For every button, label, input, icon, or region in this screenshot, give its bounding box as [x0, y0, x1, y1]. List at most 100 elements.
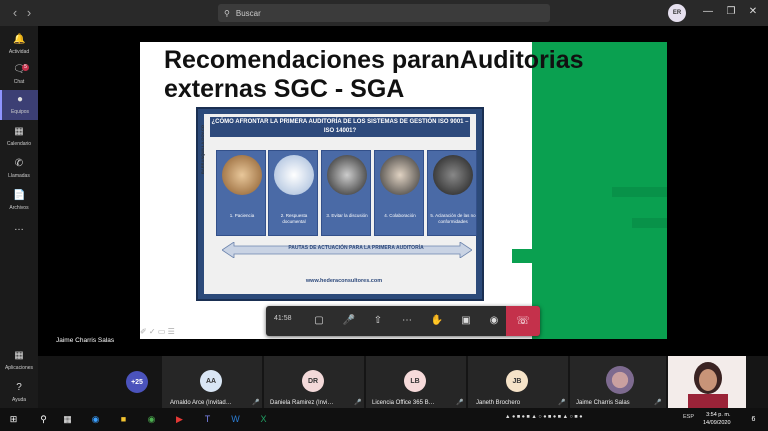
- rail-item-llamadas[interactable]: ✆ Llamadas: [0, 154, 38, 184]
- share-icon[interactable]: ⇧: [369, 312, 387, 330]
- raise-hand-icon[interactable]: ✋: [428, 312, 446, 330]
- forward-arrow-icon[interactable]: ›: [22, 4, 36, 22]
- user-avatar[interactable]: ER: [668, 4, 686, 22]
- participant-name: Arnaldo Arce (Invitad…: [170, 400, 232, 406]
- rail-item-more[interactable]: …: [0, 218, 38, 248]
- file-icon: 📄: [13, 190, 26, 201]
- slide-annotation-tools[interactable]: ✐ ✓ ▭ ☰: [140, 327, 175, 336]
- meeting-chat-icon[interactable]: ▣: [457, 312, 475, 330]
- hang-up-button[interactable]: ☏: [506, 306, 540, 336]
- infographic-side-text: BARRANQUILLA.GOV.CO: [200, 125, 205, 174]
- language-indicator[interactable]: ESP: [683, 414, 694, 420]
- participant-name: Daniela Ramirez (Invi…: [270, 400, 334, 406]
- windows-taskbar: ⊞ ⚲ ▦ ◉ ■ ◉ ▶ T W X ▲ ● ■ ● ■ ▲ ○ ● ■ ● …: [0, 408, 768, 431]
- bell-icon: 🔔: [13, 34, 26, 45]
- app-rail: 🔔 Actividad 🗨 5 Chat ● Equipos ▦ Calenda…: [0, 26, 38, 408]
- participant-card[interactable]: Jaime Charris Salas 🎤: [570, 356, 666, 408]
- avatar: LB: [404, 370, 426, 392]
- rail-item-actividad[interactable]: 🔔 Actividad: [0, 30, 38, 60]
- rail-item-label: Aplicaciones: [4, 365, 34, 371]
- chrome-icon[interactable]: ◉: [144, 412, 159, 427]
- shared-slide: Recomendaciones paranAuditorias externas…: [140, 42, 667, 339]
- infographic: ¿CÓMO AFRONTAR LA PRIMERA AUDITORÍA DE L…: [196, 107, 484, 301]
- person-video-frame: [688, 362, 728, 408]
- notification-icon[interactable]: 6: [746, 412, 761, 427]
- search-icon[interactable]: ⚲: [36, 412, 51, 427]
- search-icon: ⚲: [224, 8, 230, 18]
- phone-hangup-icon: ☏: [516, 315, 530, 327]
- file-explorer-icon[interactable]: ■: [116, 412, 131, 427]
- panel-image: [433, 155, 473, 195]
- panel-5: 5. Aclaración de las no conformidades: [427, 150, 477, 236]
- back-arrow-icon[interactable]: ‹: [8, 4, 22, 22]
- media-icon[interactable]: ▶: [172, 412, 187, 427]
- search-input[interactable]: ⚲ Buscar: [218, 4, 550, 22]
- infographic-url: www.hederaconsultores.com: [305, 278, 383, 284]
- excel-icon[interactable]: X: [256, 412, 271, 427]
- rail-item-aplicaciones[interactable]: ▦ Aplicaciones: [0, 346, 38, 376]
- panel-image: [380, 155, 420, 195]
- task-view-icon[interactable]: ▦: [60, 412, 75, 427]
- participant-card[interactable]: DR Daniela Ramirez (Invi… 🎤: [264, 356, 364, 408]
- participant-card[interactable]: JB Janeth Brochero 🎤: [468, 356, 568, 408]
- rail-item-label: Actividad: [8, 49, 30, 55]
- panel-image: [327, 155, 367, 195]
- mic-muted-icon: 🎤: [654, 400, 662, 406]
- participant-name: Jaime Charris Salas: [576, 400, 630, 406]
- avatar: JB: [506, 370, 528, 392]
- rail-item-label: Ayuda: [11, 397, 27, 403]
- slide-green-tab: [512, 249, 532, 263]
- mic-muted-icon[interactable]: 🎤: [340, 312, 358, 330]
- word-icon[interactable]: W: [228, 412, 243, 427]
- mic-muted-icon: 🎤: [252, 400, 260, 406]
- rail-item-archivos[interactable]: 📄 Archivos: [0, 186, 38, 216]
- panel-label: 3. Evitar la discusión: [326, 213, 368, 218]
- participants-icon[interactable]: ◉: [485, 312, 503, 330]
- apps-icon: ▦: [14, 350, 24, 361]
- clock[interactable]: 3:54 p. m. 14/09/2020: [703, 411, 731, 427]
- more-participants-button[interactable]: +25: [126, 371, 148, 393]
- edge-browser-icon[interactable]: ◉: [88, 412, 103, 427]
- rail-item-label: Chat: [13, 79, 25, 85]
- calendar-icon: ▦: [14, 126, 24, 137]
- rail-item-calendario[interactable]: ▦ Calendario: [0, 122, 38, 152]
- panel-3: 3. Evitar la discusión: [321, 150, 371, 236]
- teams-taskbar-icon[interactable]: T: [200, 412, 215, 427]
- avatar: DR: [302, 370, 324, 392]
- panel-image: [274, 155, 314, 195]
- rail-item-label: Archivos: [9, 205, 29, 211]
- more-actions-icon[interactable]: ⋯: [398, 312, 416, 330]
- presenter-name: Jaime Charris Salas: [56, 337, 115, 344]
- minimize-icon[interactable]: —: [701, 6, 715, 17]
- slide-title: Recomendaciones paranAuditorias externas…: [164, 46, 584, 103]
- clock-date: 14/09/2020: [703, 420, 731, 426]
- avatar-photo: [606, 366, 634, 394]
- avatar: AA: [200, 370, 222, 392]
- teams-icon: ●: [16, 94, 24, 105]
- participant-card[interactable]: AA Arnaldo Arce (Invitad… 🎤: [162, 356, 262, 408]
- mic-muted-icon: 🎤: [456, 400, 464, 406]
- infographic-heading: ¿CÓMO AFRONTAR LA PRIMERA AUDITORÍA DE L…: [210, 117, 470, 137]
- call-timer: 41:58: [274, 315, 292, 322]
- panel-image: [222, 155, 262, 195]
- rail-item-label: Equipos: [10, 109, 30, 115]
- maximize-icon[interactable]: ❐: [724, 6, 738, 17]
- rail-item-ayuda[interactable]: ? Ayuda: [0, 378, 38, 408]
- camera-icon[interactable]: ▢: [310, 312, 328, 330]
- system-tray-icons[interactable]: ▲ ● ■ ● ■ ▲ ○ ● ■ ● ■ ▲ ○ ■ ●: [505, 414, 583, 420]
- participant-card[interactable]: LB Licencia Office 365 B… 🎤: [366, 356, 466, 408]
- slide-green-bar: [612, 187, 667, 197]
- panel-label: 2. Respuesta documental: [280, 213, 308, 224]
- rail-item-chat[interactable]: 🗨 5 Chat: [0, 60, 38, 90]
- help-icon: ?: [16, 382, 22, 393]
- notification-count: 6: [751, 416, 756, 423]
- search-placeholder: Buscar: [235, 8, 261, 18]
- participant-name: Janeth Brochero: [476, 400, 521, 406]
- rail-item-equipos[interactable]: ● Equipos: [0, 90, 38, 120]
- mic-muted-icon: 🎤: [558, 400, 566, 406]
- chat-badge: 5: [22, 64, 29, 71]
- call-control-bar: 41:58 ▢ 🎤 ⇧ ⋯ ✋ ▣ ◉ ☏: [266, 306, 540, 336]
- close-icon[interactable]: ✕: [746, 6, 760, 17]
- panel-label: 1. Paciencia: [229, 213, 255, 218]
- windows-start-icon[interactable]: ⊞: [6, 412, 21, 427]
